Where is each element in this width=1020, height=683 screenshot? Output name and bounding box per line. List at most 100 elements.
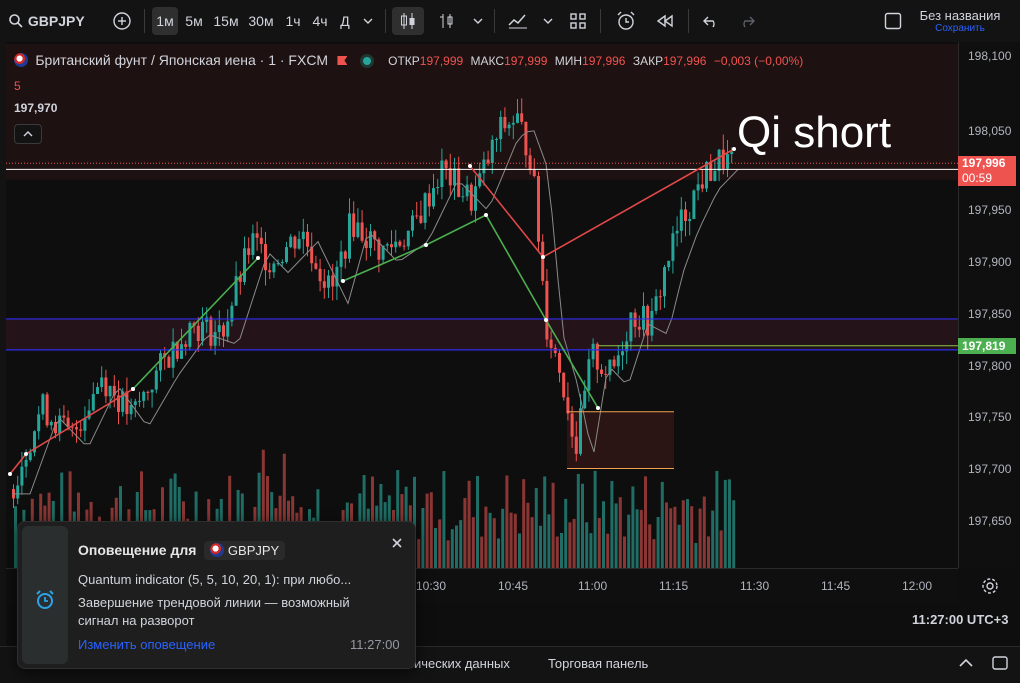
volume-bar xyxy=(652,539,656,568)
candle-body xyxy=(91,393,95,411)
maximize-panel-button[interactable] xyxy=(990,654,1010,677)
candle-body xyxy=(469,184,473,211)
volume-bar xyxy=(543,476,547,568)
candle-body xyxy=(306,231,309,247)
volume-bar xyxy=(463,498,467,568)
layout-save-link[interactable]: Сохранить xyxy=(910,23,1010,34)
pivot-dot xyxy=(131,387,135,391)
divider xyxy=(600,9,601,33)
alarm-clock-icon xyxy=(617,11,635,30)
volume-bar xyxy=(681,500,685,568)
symbol-title[interactable]: Британский фунт / Японская иена · 1 · FX… xyxy=(35,52,328,68)
change-value: −0,003 (−0,00%) xyxy=(713,54,804,68)
chart-settings-button[interactable] xyxy=(980,576,1000,601)
pivot-dot xyxy=(541,255,545,259)
interval-15m[interactable]: 15м xyxy=(211,7,241,35)
candle-body xyxy=(264,244,267,271)
alert-notification[interactable]: Оповещение для GBPJPY Quantum indicator … xyxy=(17,521,416,669)
candle-body xyxy=(448,168,452,186)
divider xyxy=(688,9,689,33)
candle-body xyxy=(180,344,183,359)
edit-alert-link[interactable]: Изменить оповещение xyxy=(78,637,215,652)
interval-30m[interactable]: 30м xyxy=(246,7,276,35)
compare-add-button[interactable] xyxy=(108,7,136,35)
layout-checkbox[interactable] xyxy=(882,7,904,35)
candle-body xyxy=(495,139,498,141)
redo-button[interactable] xyxy=(734,7,760,35)
interval-4h[interactable]: 4ч xyxy=(308,7,332,35)
pivot-dot xyxy=(256,256,260,260)
low-value: 197,996 xyxy=(582,54,626,68)
volume-bar xyxy=(644,476,647,568)
volume-bar xyxy=(597,517,601,568)
layout-grid-button[interactable] xyxy=(564,7,592,35)
alert-close-button[interactable] xyxy=(390,536,404,555)
candle-body xyxy=(436,186,440,189)
candle-body xyxy=(591,343,595,360)
candle-body xyxy=(650,310,654,336)
candle-body xyxy=(16,485,20,499)
line-chart-icon xyxy=(508,14,527,29)
candle-body xyxy=(566,397,570,414)
interval-dropdown[interactable] xyxy=(358,7,378,35)
volume-bar xyxy=(484,506,488,568)
pivot-dot xyxy=(341,279,345,283)
strategy-dropdown[interactable] xyxy=(538,7,558,35)
interval-5m[interactable]: 5м xyxy=(182,7,206,35)
pivot-dot xyxy=(596,406,600,410)
legend-sub-value: 5 xyxy=(14,79,21,93)
candle-body xyxy=(348,213,351,259)
undo-button[interactable] xyxy=(698,7,724,35)
symbol-label: GBPJPY xyxy=(27,13,85,29)
clock-timezone[interactable]: 11:27:00 UTC+3 xyxy=(912,612,1008,627)
layout-name-block[interactable]: Без названия Сохранить xyxy=(910,8,1010,34)
flag-marker-icon xyxy=(337,56,348,65)
annotation-text[interactable]: Qi short xyxy=(737,108,891,158)
alert-message-line1: Quantum indicator (5, 5, 10, 20, 1): при… xyxy=(78,572,352,587)
price-label: 197,950 xyxy=(968,203,1012,217)
price-label: 197,900 xyxy=(968,255,1012,269)
tab-history[interactable]: ических данных xyxy=(414,656,510,671)
plus-circle-icon xyxy=(113,12,131,30)
candle-body xyxy=(516,113,519,123)
interval-1m[interactable]: 1м xyxy=(152,7,178,35)
candle-body xyxy=(663,267,666,297)
chevron-down-icon xyxy=(543,18,553,24)
volume-bar xyxy=(610,481,614,568)
candle-body xyxy=(293,236,297,249)
candle-body xyxy=(537,175,540,242)
volume-bar xyxy=(438,519,442,568)
candle-body xyxy=(671,233,675,261)
volume-bar xyxy=(568,522,572,568)
tab-trading-panel[interactable]: Торговая панель xyxy=(548,656,648,671)
candle-body xyxy=(83,418,87,431)
candle-body xyxy=(415,215,419,217)
collapse-panel-button[interactable] xyxy=(956,655,976,676)
price-label: 197,800 xyxy=(968,359,1012,373)
candle-body xyxy=(499,116,503,140)
candle-body xyxy=(730,151,734,155)
candle-body xyxy=(133,401,137,405)
layout-name: Без названия xyxy=(919,8,1001,23)
volume-bar xyxy=(698,508,702,568)
alert-button[interactable] xyxy=(612,7,640,35)
candle-body xyxy=(583,390,587,409)
close-icon xyxy=(392,538,402,548)
interval-d[interactable]: Д xyxy=(335,7,355,35)
price-scale[interactable] xyxy=(958,42,1020,568)
indicators-dropdown[interactable] xyxy=(468,7,488,35)
collapse-legend-button[interactable] xyxy=(14,124,42,144)
chart-type-candles-button[interactable] xyxy=(392,7,424,35)
strategy-button[interactable] xyxy=(504,7,532,35)
price-label: 198,100 xyxy=(968,49,1012,63)
interval-1h[interactable]: 1ч xyxy=(282,7,304,35)
candle-body xyxy=(146,391,150,393)
replay-button[interactable] xyxy=(652,7,678,35)
candle-body xyxy=(58,415,62,434)
symbol-search-button[interactable]: GBPJPY xyxy=(8,7,88,35)
volume-bar xyxy=(526,502,530,568)
indicators-button[interactable] xyxy=(434,7,462,35)
candles-icon xyxy=(401,13,415,29)
candle-body xyxy=(528,155,532,170)
alert-icon-strip xyxy=(22,526,68,664)
